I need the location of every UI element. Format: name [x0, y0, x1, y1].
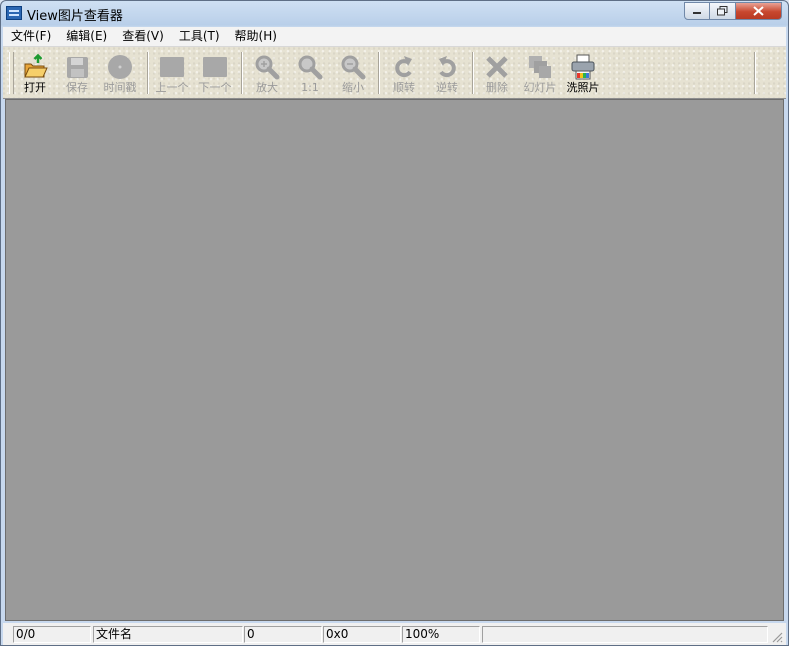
rotate-clockwise-icon — [395, 56, 412, 78]
status-filename: 文件名 — [93, 626, 243, 643]
restore-icon — [717, 6, 728, 16]
print-photo-button[interactable]: 洗照片 — [563, 51, 603, 97]
zoom-out-button[interactable]: 缩小 — [333, 51, 373, 97]
print-photo-label: 洗照片 — [566, 81, 600, 94]
actual-size-icon — [298, 55, 323, 80]
close-button[interactable] — [736, 2, 782, 20]
status-zoom: 100% — [402, 626, 480, 643]
timestamp-label: 时间戳 — [103, 81, 137, 94]
status-filesize: 0 — [244, 626, 322, 643]
menu-file[interactable]: 文件(F) — [3, 27, 58, 46]
zoom-out-label: 缩小 — [342, 81, 364, 94]
slideshow-button[interactable]: 幻灯片 — [520, 51, 560, 97]
window-controls — [684, 2, 782, 20]
actual-size-button[interactable]: 1:1 — [290, 51, 330, 97]
rotate-counterclockwise-label: 逆转 — [436, 81, 458, 94]
timestamp-circle-icon — [108, 55, 132, 79]
close-icon — [753, 6, 764, 16]
zoom-out-icon — [341, 55, 366, 80]
menu-edit[interactable]: 编辑(E) — [58, 27, 114, 46]
window-title: View图片查看器 — [27, 9, 123, 24]
rotate-counterclockwise-icon — [439, 56, 456, 78]
zoom-in-icon — [255, 55, 280, 80]
save-button[interactable]: 保存 — [57, 51, 97, 97]
status-index: 0/0 — [13, 626, 91, 643]
image-viewport[interactable] — [5, 99, 784, 621]
next-button[interactable]: 下一个 — [195, 51, 235, 97]
status-extra — [482, 626, 768, 643]
open-folder-icon — [24, 53, 48, 78]
delete-button[interactable]: 删除 — [477, 51, 517, 97]
save-disk-icon — [67, 57, 88, 78]
rotate-counterclockwise-button[interactable]: 逆转 — [427, 51, 467, 97]
title-bar[interactable]: View图片查看器 — [1, 1, 788, 27]
minimize-icon — [693, 12, 701, 14]
delete-x-icon — [486, 56, 508, 78]
timestamp-button[interactable]: 时间戳 — [100, 51, 140, 97]
rotate-clockwise-button[interactable]: 顺转 — [384, 51, 424, 97]
minimize-button[interactable] — [684, 2, 710, 20]
print-photo-icon — [571, 54, 595, 80]
next-label: 下一个 — [198, 81, 232, 94]
maximize-button[interactable] — [710, 2, 736, 20]
menu-bar: 文件(F) 编辑(E) 查看(V) 工具(T) 帮助(H) — [3, 27, 786, 47]
toolbar: 打开 保存 时间戳 上一个 下一个 放大 1:1 缩小 顺转 逆转 删除 幻灯片… — [3, 47, 786, 99]
status-bar: 0/0 文件名 0 0x0 100% — [3, 623, 786, 645]
resize-grip-icon[interactable] — [771, 631, 783, 643]
previous-image-icon — [160, 57, 184, 77]
open-button[interactable]: 打开 — [15, 51, 55, 97]
menu-help[interactable]: 帮助(H) — [227, 27, 284, 46]
previous-button[interactable]: 上一个 — [152, 51, 192, 97]
status-dimensions: 0x0 — [323, 626, 401, 643]
slideshow-icon — [529, 56, 551, 78]
app-icon[interactable] — [6, 6, 22, 20]
app-window: View图片查看器 文件(F) 编辑(E) 查看(V) 工具(T) 帮助(H) — [0, 0, 789, 646]
menu-view[interactable]: 查看(V) — [114, 27, 171, 46]
next-image-icon — [203, 57, 227, 77]
zoom-in-button[interactable]: 放大 — [247, 51, 287, 97]
menu-tools[interactable]: 工具(T) — [171, 27, 227, 46]
toolbar-separator — [754, 52, 756, 94]
